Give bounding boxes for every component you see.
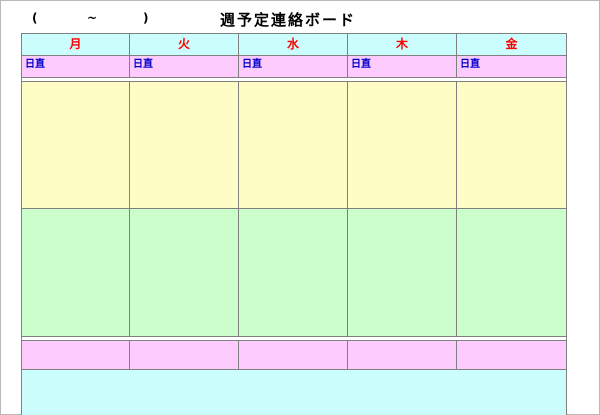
duty-cell-tue[interactable]: 日直 xyxy=(130,56,239,78)
schedule-cell-mon-lower[interactable] xyxy=(21,209,130,337)
day-header-wed: 水 xyxy=(239,33,348,56)
schedule-row-lower xyxy=(21,209,567,337)
day-header-row: 月 火 水 木 金 xyxy=(21,33,567,56)
schedule-cell-fri-upper[interactable] xyxy=(457,81,567,209)
day-header-thu: 木 xyxy=(348,33,457,56)
notes-row xyxy=(21,340,567,370)
schedule-cell-tue-lower[interactable] xyxy=(130,209,239,337)
schedule-cell-thu-upper[interactable] xyxy=(348,81,457,209)
duty-cell-thu[interactable]: 日直 xyxy=(348,56,457,78)
notes-cell-thu[interactable] xyxy=(348,340,457,370)
duty-cell-fri[interactable]: 日直 xyxy=(457,56,567,78)
notes-cell-fri[interactable] xyxy=(457,340,567,370)
date-open-paren: ( xyxy=(32,11,38,25)
duty-row: 日直 日直 日直 日直 日直 xyxy=(21,56,567,78)
notes-cell-tue[interactable] xyxy=(130,340,239,370)
schedule-cell-wed-upper[interactable] xyxy=(239,81,348,209)
bottom-notes-area[interactable] xyxy=(21,370,567,415)
schedule-cell-tue-upper[interactable] xyxy=(130,81,239,209)
notes-cell-wed[interactable] xyxy=(239,340,348,370)
schedule-cell-thu-lower[interactable] xyxy=(348,209,457,337)
date-tilde: ~ xyxy=(87,11,98,25)
day-header-mon: 月 xyxy=(21,33,130,56)
day-header-fri: 金 xyxy=(457,33,567,56)
day-header-tue: 火 xyxy=(130,33,239,56)
notes-cell-mon[interactable] xyxy=(21,340,130,370)
schedule-cell-fri-lower[interactable] xyxy=(457,209,567,337)
schedule-cell-mon-upper[interactable] xyxy=(21,81,130,209)
page-title: 週予定連絡ボード xyxy=(220,11,357,29)
schedule-cell-wed-lower[interactable] xyxy=(239,209,348,337)
weekly-board: 月 火 水 木 金 日直 日直 日直 日直 日直 xyxy=(21,33,567,415)
schedule-row-upper xyxy=(21,81,567,209)
duty-cell-wed[interactable]: 日直 xyxy=(239,56,348,78)
duty-cell-mon[interactable]: 日直 xyxy=(21,56,130,78)
date-close-paren: ) xyxy=(143,11,149,25)
